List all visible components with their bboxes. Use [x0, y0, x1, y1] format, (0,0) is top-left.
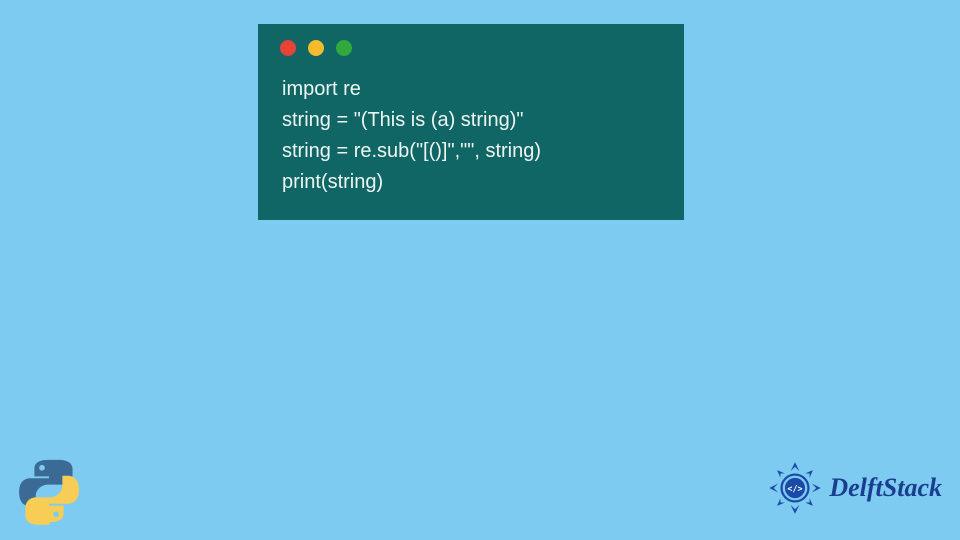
brand-mark-icon: </> — [767, 460, 823, 516]
code-line: string = re.sub("[()]","", string) — [282, 136, 666, 167]
brand-logo: </> DelftStack — [767, 460, 942, 516]
window-controls — [276, 36, 666, 56]
code-block: import re string = "(This is (a) string)… — [276, 74, 666, 198]
minimize-icon — [308, 40, 324, 56]
code-line: string = "(This is (a) string)" — [282, 105, 666, 136]
maximize-icon — [336, 40, 352, 56]
python-logo-icon — [14, 456, 84, 526]
code-window: import re string = "(This is (a) string)… — [258, 24, 684, 220]
code-line: import re — [282, 74, 666, 105]
brand-name: DelftStack — [829, 473, 942, 503]
close-icon — [280, 40, 296, 56]
svg-text:</>: </> — [788, 483, 803, 493]
code-line: print(string) — [282, 167, 666, 198]
